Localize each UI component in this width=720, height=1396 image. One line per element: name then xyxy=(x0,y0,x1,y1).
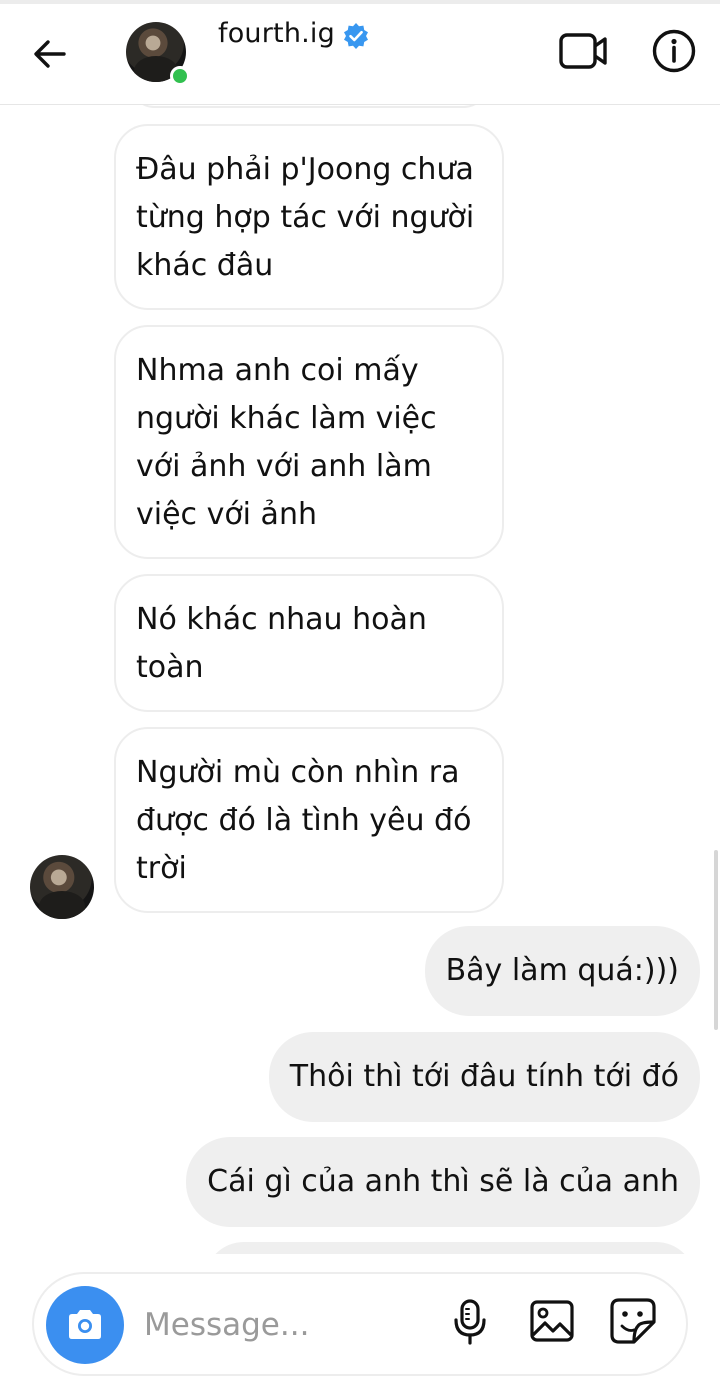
verified-badge-icon xyxy=(344,23,368,49)
message-text: Nhma anh coi mấy người khác làm việc với… xyxy=(136,353,437,532)
received-message[interactable]: Nhma anh coi mấy người khác làm việc với… xyxy=(114,325,504,559)
video-call-button[interactable] xyxy=(558,30,610,72)
message-text: Đâu phải p'Joong chưa từng hợp tác với n… xyxy=(136,152,475,283)
sent-message[interactable]: Cái gì của anh thì sẽ là của anh xyxy=(186,1137,700,1227)
message-input[interactable] xyxy=(144,1300,424,1350)
received-message[interactable]: Đâu phải p'Joong chưa từng hợp tác với n… xyxy=(114,124,504,310)
info-button[interactable] xyxy=(651,28,697,74)
sticker-button[interactable] xyxy=(608,1296,658,1346)
info-icon xyxy=(652,29,696,73)
video-call-icon xyxy=(559,33,607,69)
profile-avatar[interactable] xyxy=(126,22,190,86)
microphone-icon xyxy=(454,1299,486,1345)
received-message[interactable]: Nó khác nhau hoàn toàn xyxy=(114,574,504,712)
received-message[interactable]: Người mù còn nhìn ra được đó là tình yêu… xyxy=(114,727,504,913)
username[interactable]: fourth.ig xyxy=(218,18,335,49)
chat-header: fourth.ig xyxy=(0,0,720,105)
gallery-icon xyxy=(530,1300,574,1342)
back-button[interactable] xyxy=(30,34,70,74)
gallery-button[interactable] xyxy=(528,1298,576,1344)
message-text: Nó khác nhau hoàn toàn xyxy=(136,602,427,685)
message-text: Thôi thì tới đâu tính tới đó xyxy=(289,1059,679,1094)
sender-avatar[interactable] xyxy=(30,855,94,919)
message-text: Bây làm quá:))) xyxy=(445,953,679,988)
sticker-icon xyxy=(610,1298,656,1344)
message-text: Cái gì của anh thì sẽ là của anh xyxy=(207,1164,679,1199)
back-arrow-icon xyxy=(34,40,66,68)
camera-button[interactable] xyxy=(46,1286,124,1364)
voice-message-button[interactable] xyxy=(450,1298,490,1346)
message-text: Người mù còn nhìn ra được đó là tình yêu… xyxy=(136,755,472,886)
status-bar-strip xyxy=(0,0,720,4)
sent-message[interactable]: Bây làm quá:))) xyxy=(424,926,700,1016)
sent-message[interactable]: Thôi thì tới đâu tính tới đó xyxy=(268,1032,700,1122)
scrollbar[interactable] xyxy=(714,850,718,1030)
camera-icon xyxy=(69,1310,101,1339)
online-status-dot xyxy=(170,66,190,86)
